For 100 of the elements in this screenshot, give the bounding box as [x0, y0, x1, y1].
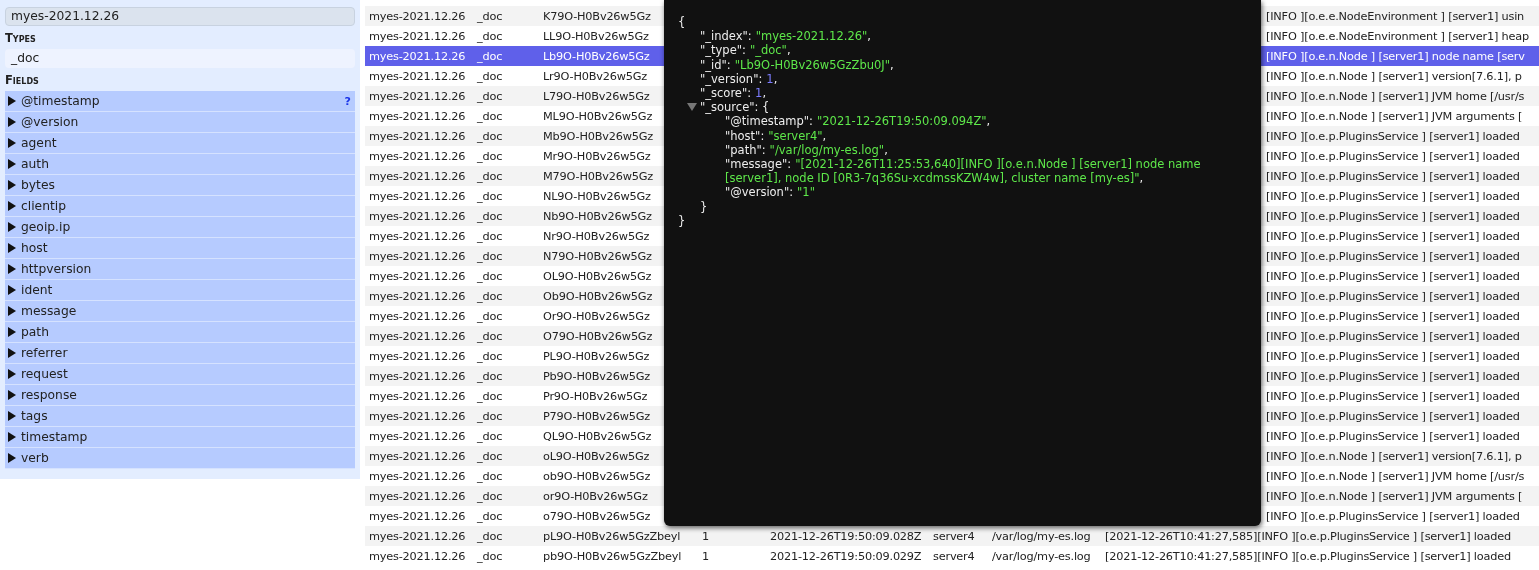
- table-cell: myes-2021.12.26: [369, 28, 466, 44]
- table-cell: _doc: [477, 188, 503, 204]
- table-cell: o79O-H0Bv26w5Gz: [543, 508, 651, 524]
- table-cell: [INFO ][o.e.n.Node ] [server1] JVM arguments [: [1266, 488, 1523, 504]
- table-cell: [INFO ][o.e.n.Node ] [server1] version[7.6.1], p: [1266, 68, 1522, 84]
- table-cell: _doc: [477, 428, 503, 444]
- table-cell: _doc: [477, 8, 503, 24]
- table-cell: Ob9O-H0Bv26w5Gz: [543, 288, 653, 304]
- table-cell: Nr9O-H0Bv26w5Gz: [543, 228, 650, 244]
- table-cell: _doc: [477, 388, 503, 404]
- table-cell: [INFO ][o.e.n.Node ] [server1] version[7.6.1], p: [1266, 448, 1522, 464]
- table-cell: _doc: [477, 148, 503, 164]
- table-cell: myes-2021.12.26: [369, 548, 466, 564]
- table-cell: PL9O-H0Bv26w5Gz: [543, 348, 650, 364]
- table-cell: myes-2021.12.26: [369, 228, 466, 244]
- table-cell: myes-2021.12.26: [369, 88, 466, 104]
- table-cell: myes-2021.12.26: [369, 168, 466, 184]
- table-cell: [INFO ][o.e.p.PluginsService ] [server1] loaded: [1266, 388, 1520, 404]
- section-heading: Types: [5, 30, 37, 47]
- table-cell: myes-2021.12.26: [369, 508, 466, 524]
- table-cell: myes-2021.12.26: [369, 128, 466, 144]
- table-cell: myes-2021.12.26: [369, 468, 466, 484]
- table-cell: [INFO ][o.e.p.PluginsService ] [server1] loaded: [1266, 508, 1520, 524]
- json-line: }: [699, 199, 709, 214]
- table-cell: LL9O-H0Bv26w5Gz: [543, 28, 649, 44]
- table-cell: _doc: [477, 168, 503, 184]
- table-cell: M79O-H0Bv26w5Gz: [543, 168, 653, 184]
- table-cell: _doc: [477, 288, 503, 304]
- table-cell: _doc: [477, 108, 503, 124]
- json-line: "_type": "_doc",: [699, 43, 792, 58]
- table-cell: [INFO ][o.e.e.NodeEnvironment ] [server1] heap: [1266, 28, 1529, 44]
- table-cell: myes-2021.12.26: [369, 368, 466, 384]
- table-cell: myes-2021.12.26: [369, 328, 466, 344]
- table-cell: P79O-H0Bv26w5Gz: [543, 408, 651, 424]
- table-cell: myes-2021.12.26: [369, 148, 466, 164]
- table-cell: myes-2021.12.26: [369, 488, 466, 504]
- table-cell: [INFO ][o.e.p.PluginsService ] [server1] loaded: [1266, 128, 1520, 144]
- table-cell: _doc: [477, 488, 503, 504]
- table-cell: [INFO ][o.e.p.PluginsService ] [server1] loaded: [1266, 188, 1520, 204]
- table-cell: N79O-H0Bv26w5Gz: [543, 248, 652, 264]
- table-cell: _doc: [477, 468, 503, 484]
- table-cell: Mr9O-H0Bv26w5Gz: [543, 148, 651, 164]
- table-cell: myes-2021.12.26: [369, 8, 466, 24]
- table-cell: myes-2021.12.26: [369, 248, 466, 264]
- json-line: }: [678, 213, 687, 229]
- json-line: "path": "/var/log/my-es.log",: [724, 142, 889, 158]
- table-cell: _doc: [477, 548, 503, 564]
- table-cell: pb9O-H0Bv26w5GzZbeyl: [543, 548, 682, 564]
- table-cell: [INFO ][o.e.p.PluginsService ] [server1] loaded: [1266, 228, 1520, 244]
- table-cell: _doc: [477, 268, 503, 284]
- table-cell: [INFO ][o.e.p.PluginsService ] [server1] loaded: [1266, 328, 1520, 344]
- table-cell: [INFO ][o.e.p.PluginsService ] [server1] loaded: [1266, 168, 1520, 184]
- table-cell: myes-2021.12.26: [369, 408, 466, 424]
- table-cell: 1: [702, 548, 709, 564]
- table-cell: myes-2021.12.26: [369, 388, 466, 404]
- table-cell: _doc: [477, 368, 503, 384]
- table-cell: QL9O-H0Bv26w5Gz: [543, 428, 652, 444]
- table-cell: OL9O-H0Bv26w5Gz: [543, 268, 652, 284]
- table-cell: _doc: [477, 28, 503, 44]
- table-cell: server4: [933, 548, 975, 564]
- table-cell: [2021-12-26T10:41:27,585][INFO ][o.e.p.PluginsService ] [server1] loaded: [1105, 528, 1511, 544]
- table-cell: _doc: [477, 228, 503, 244]
- json-line: "@version": "1": [724, 185, 816, 200]
- table-cell: O79O-H0Bv26w5Gz: [543, 328, 653, 344]
- table-cell: [INFO ][o.e.e.NodeEnvironment ] [server1] usin: [1266, 8, 1525, 24]
- json-line: "_index": "myes-2021.12.26",: [699, 29, 872, 44]
- table-cell: ob9O-H0Bv26w5Gz: [543, 468, 651, 484]
- table-cell: [INFO ][o.e.p.PluginsService ] [server1] loaded: [1266, 148, 1520, 164]
- table-cell: oL9O-H0Bv26w5Gz: [543, 448, 650, 464]
- table-cell: _doc: [477, 508, 503, 524]
- table-cell: pL9O-H0Bv26w5GzZbeyl: [543, 528, 681, 544]
- table-cell: _doc: [477, 128, 503, 144]
- table-cell: 2021-12-26T19:50:09.029Z: [770, 548, 922, 564]
- table-cell: myes-2021.12.26: [369, 68, 466, 84]
- json-line: "_source": {: [700, 100, 770, 115]
- table-cell: ML9O-H0Bv26w5Gz: [543, 108, 653, 124]
- table-cell: _doc: [477, 68, 503, 84]
- table-cell: _doc: [477, 88, 503, 104]
- section-heading: Fields: [5, 72, 40, 89]
- table-cell: myes-2021.12.26: [369, 288, 466, 304]
- table-cell: [INFO ][o.e.n.Node ] [server1] JVM home [/usr/s: [1266, 88, 1525, 104]
- table-cell: L79O-H0Bv26w5Gz: [543, 88, 650, 104]
- table-cell: _doc: [477, 48, 503, 64]
- table-cell: or9O-H0Bv26w5Gz: [543, 488, 648, 504]
- table-cell: _doc: [477, 328, 503, 344]
- json-line: "@timestamp": "2021-12-26T19:50:09.094Z",: [724, 114, 992, 129]
- table-cell: _doc: [477, 348, 503, 364]
- table-cell: myes-2021.12.26: [369, 348, 466, 364]
- table-cell: Or9O-H0Bv26w5Gz: [543, 308, 650, 324]
- table-cell: myes-2021.12.26: [369, 448, 466, 464]
- table-cell: myes-2021.12.26: [369, 208, 466, 224]
- table-cell: server4: [933, 528, 975, 544]
- table-cell: myes-2021.12.26: [369, 308, 466, 324]
- table-cell: [INFO ][o.e.p.PluginsService ] [server1] loaded: [1266, 268, 1520, 284]
- table-cell: /var/log/my-es.log: [992, 528, 1091, 544]
- table-cell: [INFO ][o.e.p.PluginsService ] [server1] loaded: [1266, 208, 1520, 224]
- table-cell: myes-2021.12.26: [369, 528, 466, 544]
- table-cell: _doc: [477, 448, 503, 464]
- json-line: "_version": 1,: [699, 71, 778, 86]
- json-line: "host": "server4",: [724, 128, 828, 143]
